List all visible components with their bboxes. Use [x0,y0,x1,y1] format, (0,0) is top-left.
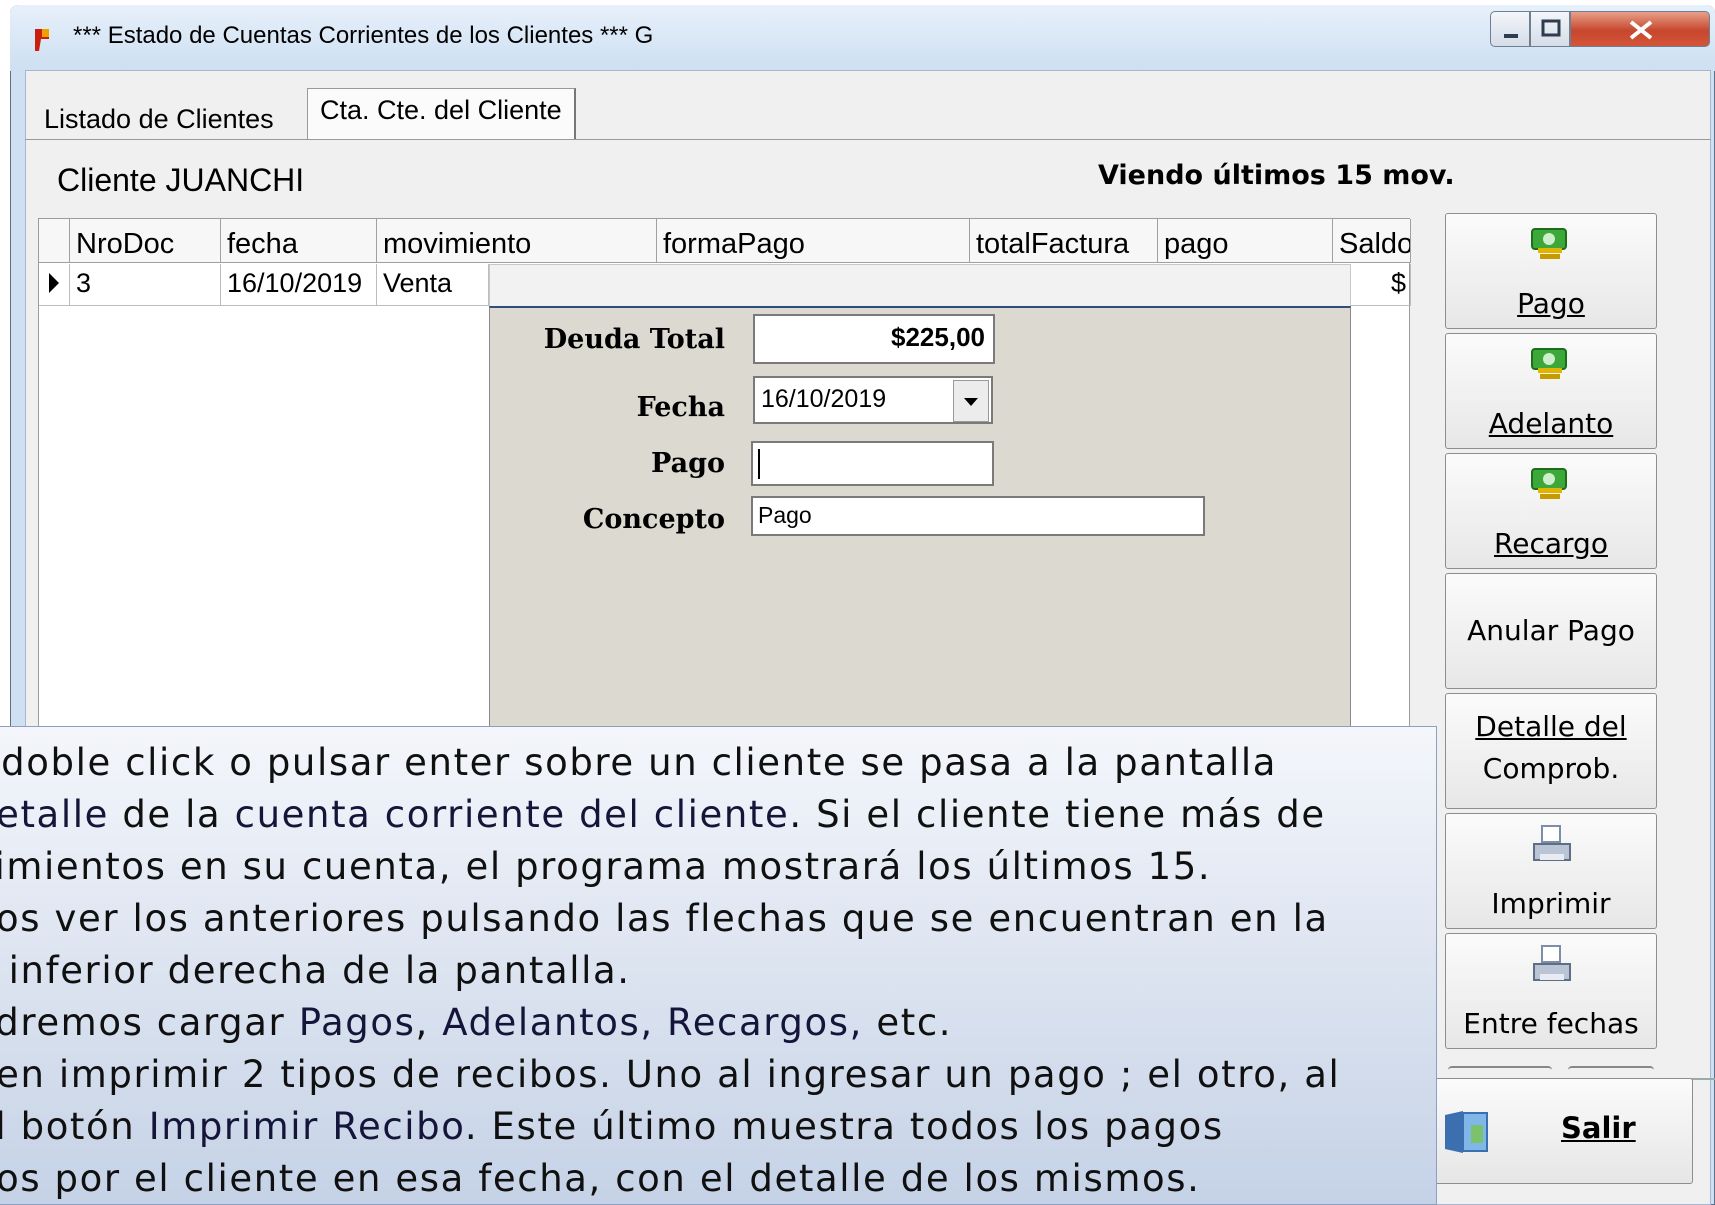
column-header[interactable]: totalFactura [970,219,1158,263]
tab-divider [25,139,1711,140]
money-icon [1531,348,1567,379]
printer-icon [1533,825,1571,861]
table-cell[interactable]: $ [1351,264,1411,306]
money-icon [1531,228,1567,259]
tab-cta-cte-cliente[interactable]: Cta. Cte. del Cliente [307,88,576,140]
row-indicator-header [39,219,70,263]
minimize-icon [1504,34,1518,38]
detalle-comprobante-button[interactable]: Detalle del Comprob. [1445,693,1657,809]
scroll-arrow-left[interactable] [1448,1066,1552,1074]
close-icon [1629,20,1653,40]
salir-button[interactable]: Salir [1405,1078,1693,1184]
column-header[interactable]: formaPago [657,219,970,263]
row-pointer-icon [49,273,59,293]
table-cell[interactable]: Venta [377,264,489,306]
column-header[interactable]: NroDoc [70,219,221,263]
viewing-count-label: Viendo últimos 15 mov. [1098,160,1455,191]
note-line: dos por el cliente en esa fecha, con el … [0,1157,1201,1200]
imprimir-button-label: Imprimir [1491,887,1611,920]
current-row-indicator [39,264,70,306]
entre-fechas-button-label: Entre fechas [1463,1007,1639,1040]
pago-button[interactable]: Pago [1445,213,1657,329]
concepto-input[interactable]: Pago [751,496,1205,536]
concepto-label: Concepto [582,504,725,535]
tab-listado-clientes[interactable]: Listado de Clientes [32,98,286,142]
close-button[interactable] [1570,11,1710,47]
client-name-label: Cliente JUANCHI [57,162,305,198]
anular-pago-label: Anular Pago [1467,614,1635,647]
note-line: vimientos en su cuenta, el programa most… [0,845,1212,888]
note-line: a inferior derecha de la pantalla. [0,949,631,992]
anular-pago-button[interactable]: Anular Pago [1445,573,1657,689]
note-line: den imprimir 2 tipos de recibos. Uno al … [0,1053,1341,1096]
note-line: detalle de la cuenta corriente del clien… [0,793,1326,836]
column-header[interactable]: Saldo [1333,219,1411,263]
imprimir-button[interactable]: Imprimir [1445,813,1657,929]
minimize-button[interactable] [1490,11,1530,47]
column-header[interactable]: movimiento [377,219,657,263]
note-line: el botón Imprimir Recibo. Este último mu… [0,1105,1224,1148]
tutorial-note: r doble click o pulsar enter sobre un cl… [0,726,1437,1205]
fecha-label: Fecha [636,392,725,423]
recargo-button-label: Recargo [1494,527,1608,560]
maximize-button[interactable] [1530,11,1570,47]
exit-door-icon [1445,1111,1488,1153]
recargo-button[interactable]: Recargo [1445,453,1657,569]
column-header[interactable]: fecha [221,219,377,263]
table-cell[interactable]: 3 [70,264,221,306]
note-line: nos ver los anteriores pulsando las flec… [0,897,1329,940]
adelanto-button[interactable]: Adelanto [1445,333,1657,449]
window-title: *** Estado de Cuentas Corrientes de los … [73,22,654,49]
scroll-arrow-right[interactable] [1568,1066,1654,1074]
table-cell[interactable]: 16/10/2019 [221,264,377,306]
entre-fechas-button[interactable]: Entre fechas [1445,933,1657,1049]
text-cursor [758,449,760,479]
maximize-icon [1541,19,1561,37]
pago-label: Pago [651,448,725,479]
detalle-label-line1: Detalle del [1475,710,1627,743]
money-icon [1531,468,1567,499]
column-header[interactable]: pago [1158,219,1333,263]
fecha-value: 16/10/2019 [761,385,887,413]
detalle-label-line2: Comprob. [1482,752,1620,785]
chevron-down-icon [964,398,978,406]
deuda-total-label: Deuda Total [543,324,725,355]
note-line: odremos cargar Pagos, Adelantos, Recargo… [0,1001,953,1044]
app-icon [35,29,49,51]
salir-button-label: Salir [1561,1111,1636,1145]
pago-button-label: Pago [1517,287,1585,320]
adelanto-button-label: Adelanto [1488,407,1614,440]
deuda-total-field: $225,00 [753,314,995,364]
dropdown-button[interactable] [953,380,989,422]
pago-input[interactable] [751,441,994,486]
payment-dialog-header [489,264,1351,308]
printer-icon [1533,945,1571,981]
note-line: r doble click o pulsar enter sobre un cl… [0,741,1277,784]
fecha-date-picker[interactable]: 16/10/2019 [753,376,993,424]
